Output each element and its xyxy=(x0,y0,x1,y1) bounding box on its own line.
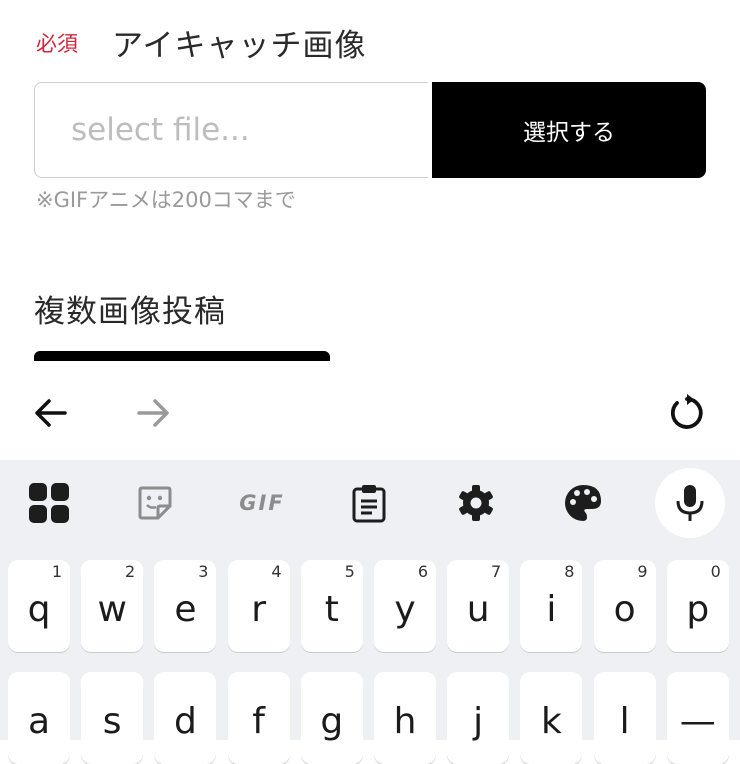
key-label: — xyxy=(679,700,716,742)
multi-image-post-title: 複数画像投稿 xyxy=(34,294,226,330)
required-badge: 必須 xyxy=(36,32,78,56)
key-w[interactable]: 2w xyxy=(81,560,144,652)
back-button[interactable] xyxy=(26,388,76,438)
key-label: y xyxy=(394,588,416,630)
gif-icon: GIF xyxy=(239,491,285,515)
clipboard-icon xyxy=(352,485,386,523)
key-hint: 7 xyxy=(491,562,502,581)
key-q[interactable]: 1q xyxy=(8,560,70,652)
key-label: r xyxy=(251,588,266,630)
settings-button[interactable] xyxy=(441,468,511,538)
key-label: k xyxy=(540,700,562,742)
key-label: f xyxy=(252,700,265,742)
palette-icon xyxy=(565,485,601,521)
black-bar xyxy=(34,351,330,361)
browser-nav-bar xyxy=(0,370,740,456)
key-label: q xyxy=(27,588,51,630)
clipboard-button[interactable] xyxy=(334,468,404,538)
key-label: a xyxy=(27,700,51,742)
key-y[interactable]: 6y xyxy=(374,560,436,652)
gif-frame-note: ※GIFアニメは200コマまで xyxy=(36,188,296,212)
voice-input-button[interactable] xyxy=(655,468,725,538)
key-label: d xyxy=(173,700,197,742)
key-hint: 5 xyxy=(344,562,355,581)
key-h[interactable]: h xyxy=(374,672,436,764)
key-label: i xyxy=(546,588,557,630)
gif-button[interactable]: GIF xyxy=(227,468,297,538)
key-p[interactable]: 0p xyxy=(666,560,729,652)
key-f[interactable]: f xyxy=(227,672,290,764)
settings-gear-icon xyxy=(459,485,493,521)
key-s[interactable]: s xyxy=(81,672,144,764)
key-i[interactable]: 8i xyxy=(520,560,583,652)
key-l[interactable]: l xyxy=(593,672,656,764)
sticker-icon xyxy=(138,486,172,520)
key-label: p xyxy=(686,588,710,630)
file-path-input[interactable] xyxy=(34,82,428,178)
keyboard-toolbar: GIF xyxy=(0,460,740,546)
key-label: u xyxy=(466,588,490,630)
key-j[interactable]: j xyxy=(447,672,510,764)
key-hint: 2 xyxy=(125,562,136,581)
key-label: j xyxy=(473,700,484,742)
sticker-button[interactable] xyxy=(120,468,190,538)
soft-keyboard: GIF 1 q 2 w 3 e 4 r 5 t 6 y 7 u 8 i 9 o … xyxy=(0,460,740,764)
apps-grid-button[interactable] xyxy=(14,468,84,538)
forward-button[interactable] xyxy=(128,388,178,438)
key-u[interactable]: 7u xyxy=(447,560,510,652)
key-label: l xyxy=(619,700,630,742)
key-label: t xyxy=(324,588,339,630)
key-g[interactable]: g xyxy=(300,672,363,764)
key-label: s xyxy=(102,700,122,742)
key-label: e xyxy=(174,588,197,630)
key-label: w xyxy=(97,588,127,630)
key-o[interactable]: 9o xyxy=(593,560,656,652)
key-d[interactable]: d xyxy=(154,672,217,764)
key-r[interactable]: 4r xyxy=(227,560,290,652)
key-hint: 6 xyxy=(417,562,428,581)
theme-button[interactable] xyxy=(548,468,618,538)
forward-arrow-icon xyxy=(137,399,169,427)
key-hint: 0 xyxy=(710,562,721,581)
key-hint: 3 xyxy=(198,562,209,581)
key-e[interactable]: 3e xyxy=(154,560,217,652)
apps-grid-icon xyxy=(29,483,69,523)
key-label: g xyxy=(320,700,344,742)
key-t[interactable]: 5t xyxy=(300,560,363,652)
key-hint: 1 xyxy=(51,562,62,581)
key-hint: 4 xyxy=(271,562,282,581)
key-label: o xyxy=(613,588,636,630)
select-file-button[interactable]: 選択する xyxy=(432,82,706,178)
key-a[interactable]: a xyxy=(8,672,70,764)
back-arrow-icon xyxy=(35,399,67,427)
reload-icon xyxy=(670,394,703,429)
key-hint: 9 xyxy=(637,562,648,581)
reload-button[interactable] xyxy=(662,388,712,438)
key-dash[interactable]: — xyxy=(666,672,729,764)
key-k[interactable]: k xyxy=(520,672,583,764)
microphone-icon xyxy=(676,485,704,521)
key-label: h xyxy=(393,700,417,742)
eyecatch-image-label: アイキャッチ画像 xyxy=(112,28,367,64)
key-hint: 8 xyxy=(564,562,575,581)
